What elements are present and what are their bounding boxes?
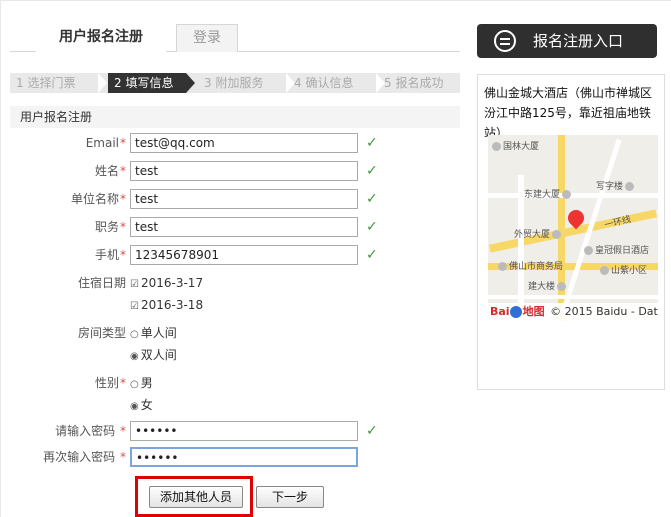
map-label-dongjian: 东建大厦 [524, 187, 573, 200]
baidu-logo: Bai 地图 [490, 305, 545, 318]
tab-login[interactable]: 登录 [176, 24, 238, 52]
step-progress-bar: 1 选择门票 2 填写信息 3 附加服务 4 确认信息 5 报名成功 [10, 73, 460, 93]
lodging-option-1[interactable]: ☑ 2016-3-17 [130, 273, 203, 293]
phone-label: 手机* [94, 248, 126, 262]
phone-valid-icon: ✓ [366, 247, 378, 263]
step-4: 4 确认信息 [288, 73, 385, 93]
tab-bar: 用户报名注册 登录 [10, 24, 460, 52]
company-field[interactable]: test [130, 189, 358, 209]
password-field[interactable]: •••••• [130, 421, 358, 441]
map-label-office: 写字楼 [596, 179, 636, 192]
chat-icon [494, 30, 516, 52]
lodging-row-2: ☑ 2016-3-18 [10, 295, 460, 317]
map-label-guolin: 国林大厦 [492, 139, 539, 152]
lodging-option-2[interactable]: ☑ 2016-3-18 [130, 295, 203, 315]
map-label-jianda: 建大楼 [528, 279, 568, 292]
company-label: 单位名称* [70, 192, 126, 206]
position-valid-icon: ✓ [366, 219, 378, 235]
registration-entry-button[interactable]: 报名注册入口 [477, 24, 657, 58]
password-valid-icon: ✓ [366, 423, 378, 439]
room-type-label: 房间类型 [77, 326, 126, 340]
position-row: 职务* test ✓ [10, 217, 460, 239]
gender-row-2: ◉ 女 [10, 395, 460, 417]
password-label: 请输入密码 * [55, 424, 126, 438]
phone-row: 手机* 12345678901 ✓ [10, 245, 460, 267]
step-3-label: 3 附加服务 [204, 76, 264, 90]
map-label-shanzi: 山紫小区 [600, 263, 647, 276]
room-option-single[interactable]: ○ 单人间 [130, 323, 177, 343]
checkbox-checked-icon: ☑ [130, 279, 139, 290]
map-label-commerce: 佛山市商务局 [498, 259, 563, 272]
email-field[interactable]: test@qq.com [130, 133, 358, 153]
password-row: 请输入密码 * •••••• ✓ [10, 421, 460, 443]
step-1-label: 1 选择门票 [16, 76, 76, 90]
phone-field[interactable]: 12345678901 [130, 245, 358, 265]
company-valid-icon: ✓ [366, 191, 378, 207]
name-row: 姓名* test ✓ [10, 161, 460, 183]
venue-panel: 佛山金城大酒店（佛山市禅城区汾江中路125号，靠近祖庙地铁站） 国林大厦 东建大… [477, 74, 665, 390]
gender-row: 性别* ○ 男 [10, 373, 460, 395]
map-label-waimao: 外贸大厦 [514, 227, 563, 240]
room-type-row-2: ◉ 双人间 [10, 345, 460, 367]
checkbox-checked-icon: ☑ [130, 301, 139, 312]
map-copyright: Bai 地图 © 2015 Baidu - Data [488, 303, 658, 321]
room-option-double[interactable]: ◉ 双人间 [130, 345, 177, 365]
radio-unselected-icon: ○ [130, 329, 139, 340]
step-3: 3 附加服务 [198, 73, 295, 93]
password-confirm-row: 再次输入密码 * •••••• [10, 447, 460, 469]
radio-unselected-icon: ○ [130, 379, 139, 390]
venue-map[interactable]: 国林大厦 东建大厦 写字楼 外贸大厦 佛山市商务局 皇冠假日酒店 山紫小区 建大… [488, 135, 658, 321]
map-label-crowne: 皇冠假日酒店 [584, 243, 649, 256]
gender-label: 性别* [94, 376, 126, 390]
add-other-person-button[interactable]: 添加其他人员 [149, 486, 243, 508]
company-row: 单位名称* test ✓ [10, 189, 460, 211]
lodging-label: 住宿日期 [77, 276, 126, 290]
email-valid-icon: ✓ [366, 135, 378, 151]
password-confirm-label: 再次输入密码 * [43, 450, 126, 464]
position-label: 职务* [94, 220, 126, 234]
step-2-active: 2 填写信息 [108, 73, 195, 93]
next-step-button[interactable]: 下一步 [256, 486, 324, 508]
name-valid-icon: ✓ [366, 163, 378, 179]
step-5: 5 报名成功 [378, 73, 460, 93]
registration-entry-label: 报名注册入口 [533, 32, 624, 50]
radio-selected-icon: ◉ [130, 401, 139, 412]
baidu-paw-icon [509, 306, 522, 318]
step-5-label: 5 报名成功 [384, 76, 444, 90]
radio-selected-icon: ◉ [130, 351, 139, 362]
position-field[interactable]: test [130, 217, 358, 237]
step-2-label: 2 填写信息 [114, 76, 174, 90]
tab-register[interactable]: 用户报名注册 [36, 24, 166, 52]
gender-option-female[interactable]: ◉ 女 [130, 395, 153, 415]
password-confirm-field[interactable]: •••••• [130, 447, 358, 467]
step-1: 1 选择门票 [10, 73, 107, 93]
map-label-ring: 一环线 [603, 214, 633, 232]
name-field[interactable]: test [130, 161, 358, 181]
form-section-title: 用户报名注册 [10, 106, 460, 128]
venue-address: 佛山金城大酒店（佛山市禅城区汾江中路125号，靠近祖庙地铁站） [484, 86, 653, 140]
map-copyright-text: © 2015 Baidu - Data [550, 305, 658, 318]
email-label: Email* [85, 136, 126, 150]
lodging-row: 住宿日期 ☑ 2016-3-17 [10, 273, 460, 295]
gender-option-male[interactable]: ○ 男 [130, 373, 153, 393]
email-row: Email* test@qq.com ✓ [10, 133, 460, 155]
name-label: 姓名* [94, 164, 126, 178]
room-type-row: 房间类型 ○ 单人间 [10, 323, 460, 345]
step-4-label: 4 确认信息 [294, 76, 354, 90]
